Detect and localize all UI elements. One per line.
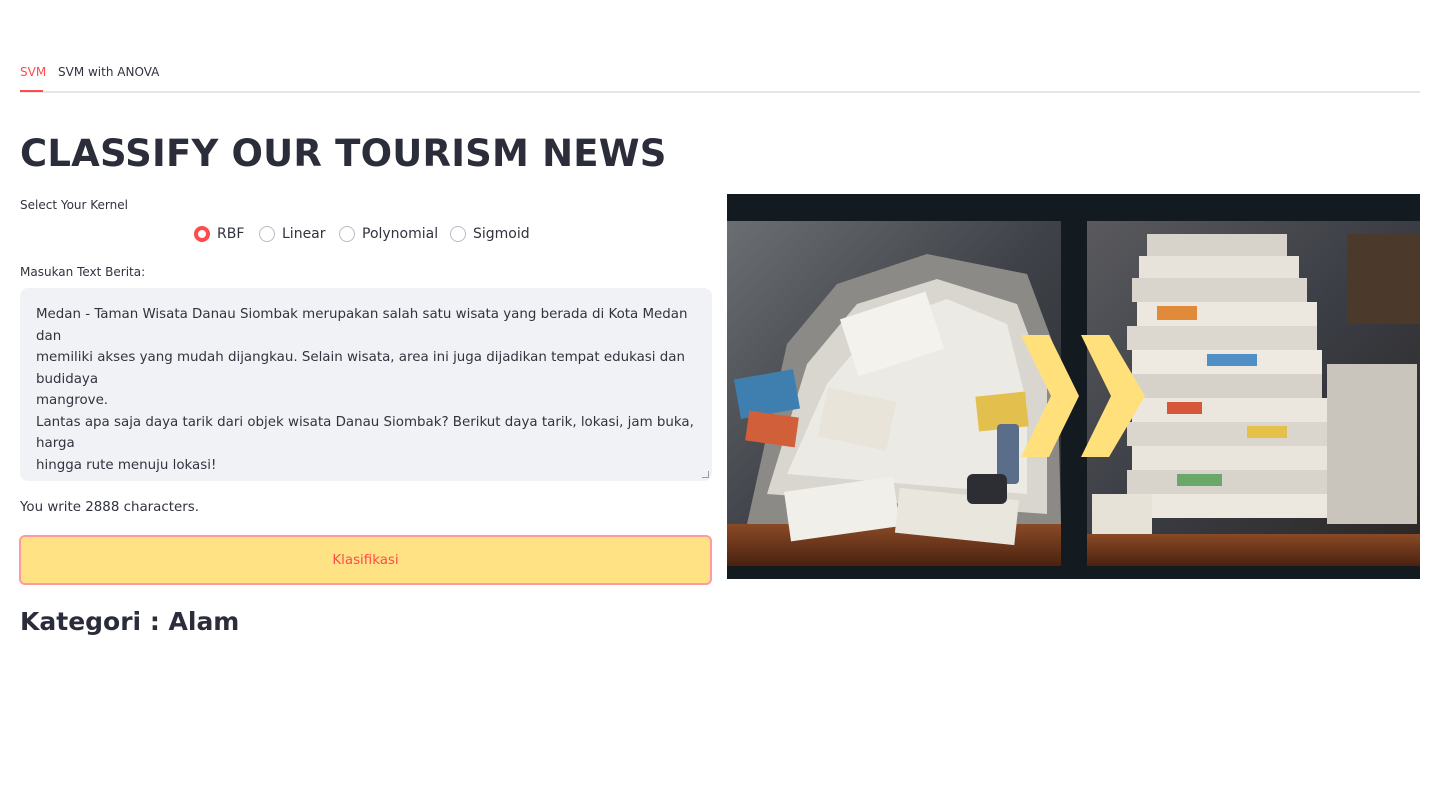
tab-bar: SVM SVM with ANOVA	[20, 56, 1420, 93]
radio-indicator[interactable]	[194, 226, 210, 242]
right-paper-stack	[1092, 234, 1420, 534]
news-text-content[interactable]: Medan - Taman Wisata Danau Siombak merup…	[36, 304, 696, 481]
newspaper-illustration-svg	[727, 221, 1420, 566]
right-table	[1087, 534, 1420, 566]
classify-button[interactable]: Klasifikasi	[19, 535, 712, 585]
radio-indicator[interactable]	[259, 226, 275, 242]
tab-svm[interactable]: SVM	[20, 64, 46, 80]
news-text-area[interactable]: Medan - Taman Wisata Danau Siombak merup…	[20, 288, 712, 481]
radio-label: Sigmoid	[473, 226, 530, 242]
radio-label: Linear	[282, 226, 326, 242]
newspaper-stacks-illustration	[727, 194, 1420, 579]
tab-svm-with-anova[interactable]: SVM with ANOVA	[58, 64, 159, 80]
radio-indicator[interactable]	[450, 226, 466, 242]
active-tab-indicator	[20, 90, 43, 92]
radio-label: RBF	[217, 226, 245, 242]
resize-handle-icon[interactable]	[702, 471, 709, 478]
character-count: You write 2888 characters.	[20, 500, 199, 515]
classify-button-label: Klasifikasi	[332, 552, 399, 568]
radio-indicator[interactable]	[339, 226, 355, 242]
kernel-label: Select Your Kernel	[20, 198, 128, 212]
radio-label: Polynomial	[362, 226, 439, 242]
classification-result: Kategori : Alam	[20, 607, 240, 636]
page-title: CLASSIFY OUR TOURISM NEWS	[20, 132, 667, 175]
news-input-label: Masukan Text Berita:	[20, 265, 146, 279]
